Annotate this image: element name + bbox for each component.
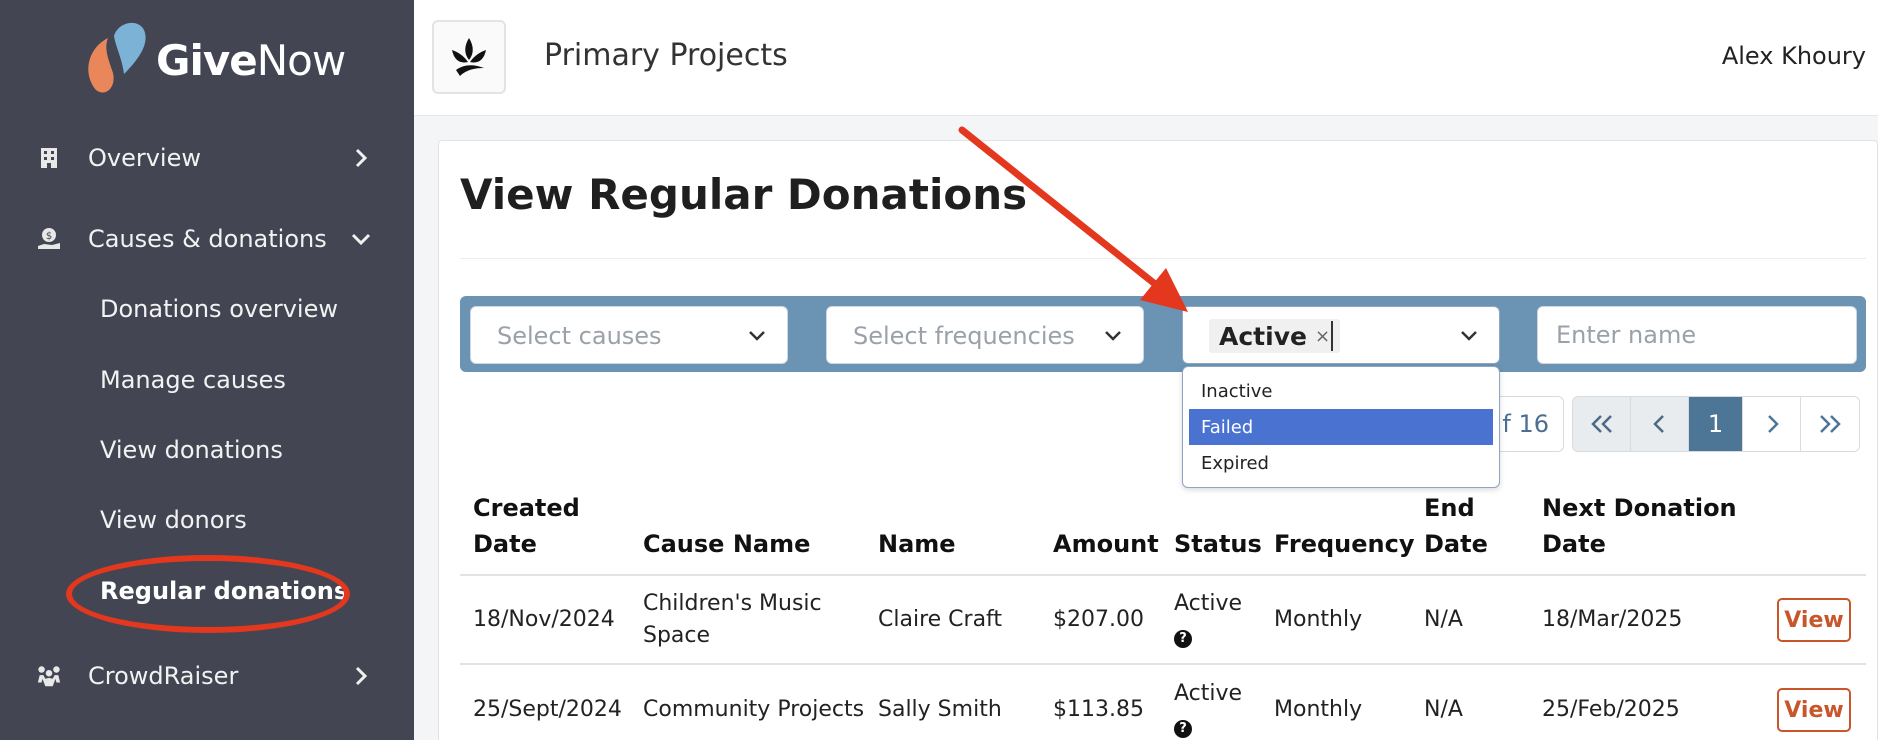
givenow-logo[interactable]: GiveNow — [78, 18, 346, 98]
sidebar-subitem-donations-overview[interactable]: Donations overview — [100, 295, 338, 323]
cell-frequency: Monthly — [1274, 607, 1363, 632]
hand-coin-icon: $ — [36, 226, 62, 252]
view-button[interactable]: View — [1777, 598, 1851, 642]
column-header-next-donation-date[interactable]: Next Donation Date — [1542, 490, 1737, 562]
cell-next-donation-date: 18/Mar/2025 — [1542, 607, 1683, 632]
text-cursor — [1331, 321, 1333, 351]
pagination: 1 — [1572, 396, 1860, 452]
sidebar-subitem-view-donations[interactable]: View donations — [100, 436, 283, 464]
sidebar-item-label: CrowdRaiser — [88, 662, 239, 690]
dropdown-option-inactive[interactable]: Inactive — [1189, 373, 1493, 409]
givenow-logo-mark — [78, 18, 150, 98]
dropdown-option-expired[interactable]: Expired — [1189, 445, 1493, 481]
cell-name: Claire Craft — [878, 607, 1003, 632]
chevron-left-icon — [1652, 415, 1664, 433]
sidebar-item-causes-donations[interactable]: $ Causes & donations — [0, 209, 414, 269]
column-header-end-date[interactable]: End Date — [1424, 490, 1488, 562]
chevron-right-icon — [1767, 415, 1779, 433]
column-header-cause-name[interactable]: Cause Name — [643, 526, 810, 562]
chevron-down-icon — [1103, 326, 1123, 346]
table-header-divider — [460, 574, 1866, 576]
sidebar-item-crowdraiser[interactable]: CrowdRaiser — [0, 646, 414, 706]
cell-amount: $207.00 — [1053, 607, 1144, 632]
status-chip-label: Active — [1219, 321, 1307, 351]
sidebar-subitem-view-donors[interactable]: View donors — [100, 506, 247, 534]
prev-page-button[interactable] — [1631, 397, 1689, 451]
org-logo[interactable] — [432, 20, 506, 94]
causes-select[interactable]: Select causes — [470, 306, 788, 364]
double-chevron-left-icon — [1590, 415, 1612, 433]
cell-cause-name: Children's Music Space — [643, 591, 822, 648]
sidebar-item-label: Causes & donations — [88, 225, 327, 253]
annotation-highlight-ellipse — [66, 555, 350, 633]
name-search-input[interactable] — [1537, 306, 1857, 364]
column-header-amount[interactable]: Amount — [1053, 526, 1159, 562]
double-chevron-right-icon — [1820, 415, 1841, 433]
cell-cause-name: Community Projects — [643, 697, 865, 722]
cell-status: Active ? — [1174, 591, 1243, 648]
chevron-right-icon — [350, 665, 372, 687]
page-title: View Regular Donations — [460, 170, 1028, 219]
causes-select-placeholder: Select causes — [497, 322, 662, 350]
column-header-created-date[interactable]: Created Date — [473, 490, 580, 562]
page-button-current[interactable]: 1 — [1689, 397, 1743, 451]
givenow-wordmark: GiveNow — [156, 35, 346, 85]
column-header-status[interactable]: Status — [1174, 526, 1262, 562]
cell-amount: $113.85 — [1053, 697, 1144, 722]
cell-created-date: 18/Nov/2024 — [473, 607, 615, 632]
cell-end-date: N/A — [1424, 697, 1463, 722]
next-page-button[interactable] — [1743, 397, 1801, 451]
column-header-name[interactable]: Name — [878, 526, 956, 562]
last-page-button[interactable] — [1801, 397, 1859, 451]
cell-name: Sally Smith — [878, 697, 1002, 722]
status-chip: Active × — [1209, 319, 1341, 353]
sidebar: GiveNow Overview $ Causes & donations Do… — [0, 0, 414, 740]
table-row-divider — [460, 663, 1866, 665]
first-page-button[interactable] — [1573, 397, 1631, 451]
people-icon — [36, 663, 62, 689]
user-menu[interactable]: Alex Khoury — [1722, 42, 1866, 70]
divider — [460, 258, 1866, 259]
dropdown-option-failed[interactable]: Failed — [1189, 409, 1493, 445]
page-info: f 16 — [1490, 396, 1564, 452]
chip-remove-icon[interactable]: × — [1315, 326, 1330, 347]
chevron-down-icon — [350, 228, 372, 250]
top-bar: Primary Projects Alex Khoury — [414, 0, 1878, 116]
frequencies-select[interactable]: Select frequencies — [826, 306, 1144, 364]
help-icon[interactable]: ? — [1174, 720, 1192, 738]
chevron-down-icon — [747, 326, 767, 346]
view-button[interactable]: View — [1777, 688, 1851, 732]
sidebar-subitem-manage-causes[interactable]: Manage causes — [100, 366, 286, 394]
sidebar-item-label: Overview — [88, 144, 201, 172]
help-icon[interactable]: ? — [1174, 630, 1192, 648]
cell-frequency: Monthly — [1274, 697, 1363, 722]
cell-status: Active ? — [1174, 681, 1243, 738]
svg-text:$: $ — [46, 231, 52, 242]
org-title: Primary Projects — [544, 38, 788, 73]
status-dropdown-menu: Inactive Failed Expired — [1182, 366, 1500, 488]
status-select[interactable]: Active × — [1182, 306, 1500, 364]
chevron-down-icon — [1459, 326, 1479, 346]
cell-end-date: N/A — [1424, 607, 1463, 632]
frequencies-select-placeholder: Select frequencies — [853, 322, 1075, 350]
building-icon — [36, 145, 62, 171]
cell-next-donation-date: 25/Feb/2025 — [1542, 697, 1680, 722]
column-header-frequency[interactable]: Frequency — [1274, 526, 1414, 562]
chevron-right-icon — [350, 147, 372, 169]
cell-created-date: 25/Sept/2024 — [473, 697, 622, 722]
sidebar-item-overview[interactable]: Overview — [0, 128, 414, 188]
